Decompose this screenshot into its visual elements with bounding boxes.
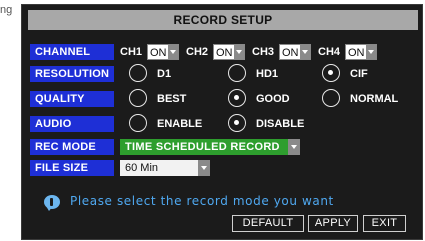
quality-row: QUALITY BEST GOOD NORMAL [30, 89, 420, 107]
resolution-d1-label: D1 [157, 68, 172, 80]
resolution-hd1-label: HD1 [256, 68, 279, 80]
chevron-down-icon [300, 45, 310, 59]
audio-enable-label: ENABLE [157, 118, 203, 130]
chevron-down-icon[interactable] [288, 139, 300, 155]
background-fragment-text: ng [0, 4, 13, 16]
chevron-down-icon [234, 45, 244, 59]
file-size-select[interactable]: 60 Min [120, 160, 210, 176]
quality-normal-radio[interactable] [322, 89, 340, 107]
audio-disable-label: DISABLE [256, 118, 305, 130]
rec-mode-select-value: TIME SCHEDULED RECORD [125, 141, 280, 153]
ch1-select[interactable]: ON [147, 44, 179, 60]
audio-label: AUDIO [30, 116, 114, 132]
ch3-select[interactable]: ON [279, 44, 311, 60]
record-setup-dialog: RECORD SETUP CHANNEL CH1 ON CH2 ON CH3 O… [21, 4, 423, 240]
rec-mode-row: REC MODE TIME SCHEDULED RECORD [30, 139, 420, 155]
resolution-cif-radio[interactable] [322, 64, 340, 82]
ch4-select[interactable]: ON [345, 44, 377, 60]
ch2-select-value: ON [216, 47, 233, 59]
chevron-down-icon[interactable] [198, 160, 210, 176]
chevron-down-icon [366, 45, 376, 59]
quality-best-radio[interactable] [129, 89, 147, 107]
quality-label: QUALITY [30, 91, 114, 107]
resolution-hd1-radio[interactable] [228, 64, 246, 82]
rec-mode-select[interactable]: TIME SCHEDULED RECORD [120, 139, 288, 155]
file-size-row: FILE SIZE 60 Min [30, 160, 420, 176]
quality-good-radio[interactable] [228, 89, 246, 107]
default-button[interactable]: DEFAULT [232, 215, 304, 232]
resolution-label: RESOLUTION [30, 66, 114, 82]
file-size-label: FILE SIZE [30, 160, 114, 176]
resolution-row: RESOLUTION D1 HD1 CIF [30, 64, 420, 82]
ch3-select-value: ON [282, 47, 299, 59]
audio-row: AUDIO ENABLE DISABLE [30, 114, 420, 132]
ch1-label: CH1 [120, 46, 143, 58]
channel-label: CHANNEL [30, 44, 114, 60]
rec-mode-label: REC MODE [30, 139, 114, 155]
quality-best-label: BEST [157, 93, 187, 105]
audio-enable-radio[interactable] [129, 114, 147, 132]
apply-button[interactable]: APPLY [308, 215, 358, 232]
chevron-down-icon [168, 45, 178, 59]
hint-text: Please select the record mode you want [70, 194, 334, 208]
quality-good-label: GOOD [256, 93, 290, 105]
ch1-select-value: ON [150, 47, 167, 59]
channel-row: CHANNEL CH1 ON CH2 ON CH3 ON CH4 ON [30, 44, 420, 60]
exit-button[interactable]: EXIT [363, 215, 406, 232]
ch4-label: CH4 [318, 46, 341, 58]
resolution-d1-radio[interactable] [129, 64, 147, 82]
file-size-select-value: 60 Min [125, 162, 159, 174]
ch2-label: CH2 [186, 46, 209, 58]
audio-disable-radio[interactable] [228, 114, 246, 132]
dialog-title: RECORD SETUP [28, 10, 418, 30]
resolution-cif-label: CIF [350, 68, 368, 80]
ch4-select-value: ON [348, 47, 365, 59]
quality-normal-label: NORMAL [350, 93, 399, 105]
ch2-select[interactable]: ON [213, 44, 245, 60]
info-speech-bubble-icon [44, 195, 60, 211]
ch3-label: CH3 [252, 46, 275, 58]
